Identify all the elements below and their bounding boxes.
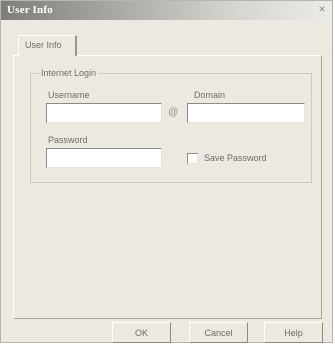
password-field[interactable]: [46, 148, 162, 168]
username-field[interactable]: [46, 103, 162, 123]
username-label: Username: [48, 90, 90, 100]
group-label: Internet Login: [39, 68, 99, 78]
cancel-button[interactable]: Cancel: [189, 322, 248, 343]
tab-user-info[interactable]: User Info: [18, 35, 77, 56]
user-info-dialog: User Info × User Info Internet Login Use…: [0, 0, 333, 343]
domain-field[interactable]: [187, 103, 305, 123]
help-button[interactable]: Help: [264, 322, 323, 343]
save-password-label[interactable]: Save Password: [204, 153, 267, 163]
title-bar[interactable]: User Info ×: [1, 1, 332, 20]
save-password-checkbox[interactable]: [187, 153, 198, 164]
close-icon[interactable]: ×: [316, 3, 328, 16]
window-title: User Info: [7, 4, 53, 16]
at-separator: @: [168, 107, 179, 118]
domain-label: Domain: [194, 90, 226, 100]
ok-button[interactable]: OK: [112, 322, 171, 343]
tab-user-info-label: User Info: [25, 40, 62, 50]
password-label: Password: [48, 135, 88, 145]
